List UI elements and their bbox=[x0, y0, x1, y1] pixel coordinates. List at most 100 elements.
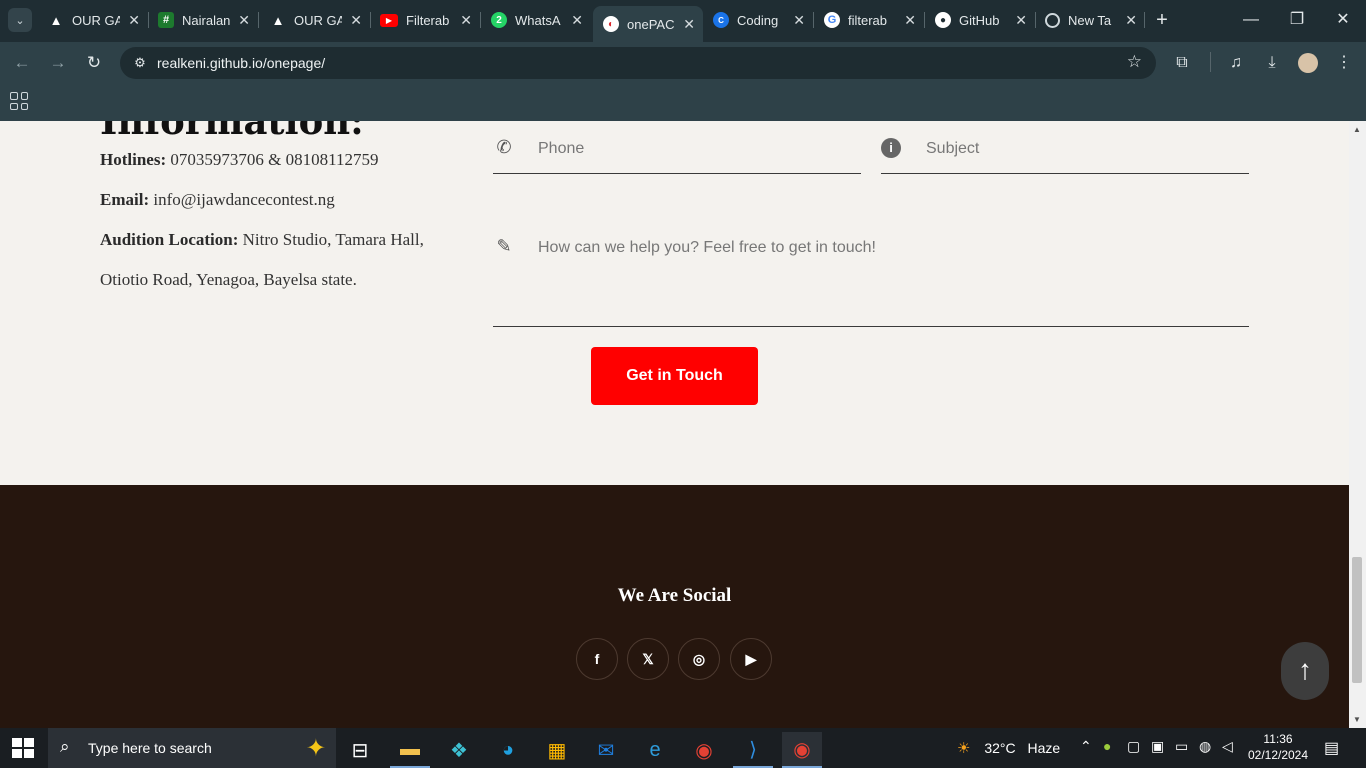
task-view-icon[interactable]: ⊟ bbox=[340, 732, 380, 768]
x-twitter-icon[interactable]: 𝕏 bbox=[627, 638, 669, 680]
tray-monitor-icon[interactable]: ▣ bbox=[1151, 738, 1164, 755]
battery-icon[interactable]: ▭ bbox=[1175, 738, 1188, 755]
google-icon: G bbox=[824, 12, 840, 28]
search-placeholder[interactable]: Type here to search bbox=[88, 740, 212, 756]
triangle-logo-icon: ▲ bbox=[49, 12, 63, 28]
scroll-up-arrow-icon[interactable]: ▲ bbox=[1353, 125, 1361, 134]
audition-label: Audition Location: bbox=[100, 230, 239, 249]
download-icon[interactable]: ⤓ bbox=[1260, 51, 1284, 75]
browser-toolbar: ← → ↻ ⚙ realkeni.github.io/onepage/ ☆ ⧉ … bbox=[0, 42, 1366, 84]
close-icon[interactable]: ✕ bbox=[350, 12, 362, 29]
email-value[interactable]: info@ijawdancecontest.ng bbox=[153, 190, 334, 209]
facebook-icon[interactable]: f bbox=[576, 638, 618, 680]
tab-filterable-google[interactable]: G filterab ✕ bbox=[814, 6, 924, 34]
chevron-up-icon[interactable]: ⌃ bbox=[1080, 738, 1092, 755]
tab-new-tab[interactable]: New Ta ✕ bbox=[1035, 6, 1145, 34]
close-icon[interactable]: ✕ bbox=[793, 12, 805, 29]
copilot-icon[interactable]: ❖ bbox=[439, 732, 479, 768]
tab-title: New Ta bbox=[1068, 12, 1112, 28]
close-icon[interactable]: ✕ bbox=[1125, 12, 1137, 29]
coding-icon: C bbox=[713, 12, 729, 28]
close-icon[interactable]: ✕ bbox=[128, 12, 140, 29]
profile-avatar[interactable] bbox=[1298, 53, 1318, 73]
restore-button[interactable]: ❐ bbox=[1274, 6, 1320, 34]
youtube-icon[interactable]: ▶ bbox=[730, 638, 772, 680]
file-explorer-icon[interactable]: ▬ bbox=[390, 732, 430, 768]
tab-coding[interactable]: C Coding ✕ bbox=[703, 6, 813, 34]
email-label: Email: bbox=[100, 190, 150, 209]
search-icon: ⌕ bbox=[60, 737, 70, 756]
taskbar-search-box[interactable]: ⌕ Type here to search ✦ bbox=[48, 728, 336, 768]
chrome-icon bbox=[1045, 12, 1060, 28]
forward-button[interactable]: → bbox=[46, 51, 70, 75]
address-bar[interactable]: ⚙ realkeni.github.io/onepage/ ☆ bbox=[120, 47, 1156, 79]
tab-title: GitHub bbox=[959, 12, 1000, 28]
back-button[interactable]: ← bbox=[10, 51, 34, 75]
phone-placeholder[interactable]: Phone bbox=[538, 140, 584, 158]
tab-our-games-2[interactable]: ▲ OUR GA ✕ bbox=[260, 6, 370, 34]
contact-info-heading: Information: bbox=[100, 121, 364, 143]
instagram-icon[interactable]: ◎ bbox=[678, 638, 720, 680]
tray-app-icon[interactable]: ● bbox=[1103, 738, 1111, 754]
tab-title: OUR GA bbox=[72, 12, 120, 28]
windows-start-icon[interactable] bbox=[12, 738, 34, 758]
vscode-icon[interactable]: ⟩ bbox=[733, 732, 773, 768]
weather-temp: 32°C bbox=[984, 740, 1016, 756]
weather-widget[interactable]: ☀ 32°C Haze bbox=[957, 739, 1060, 757]
menu-kebab-icon[interactable]: ⋮ bbox=[1332, 51, 1356, 75]
reload-button[interactable]: ↻ bbox=[82, 51, 106, 75]
chrome-taskbar-icon[interactable]: ◉ bbox=[684, 732, 724, 768]
tab-github[interactable]: ● GitHub ✕ bbox=[925, 6, 1035, 34]
onepage-icon: ◐ bbox=[603, 16, 619, 32]
close-icon[interactable]: ✕ bbox=[904, 12, 916, 29]
media-controls-icon[interactable]: ♫ bbox=[1224, 51, 1248, 75]
bookmark-star-icon[interactable]: ☆ bbox=[1127, 52, 1142, 72]
subject-placeholder[interactable]: Subject bbox=[926, 140, 979, 158]
tab-whatsapp[interactable]: 2 WhatsA ✕ bbox=[481, 6, 591, 34]
phone-field[interactable]: ✆ Phone bbox=[493, 121, 861, 174]
tab-filterable-youtube[interactable]: ▶ Filterab ✕ bbox=[370, 6, 480, 34]
page-scrollbar[interactable]: ▲ ▼ bbox=[1349, 121, 1366, 728]
scroll-thumb[interactable] bbox=[1352, 557, 1362, 683]
subject-field[interactable]: i Subject bbox=[881, 121, 1249, 174]
mail-icon[interactable]: ✉ bbox=[586, 732, 626, 768]
tab-title: Coding bbox=[737, 12, 779, 28]
network-globe-icon[interactable]: ◍ bbox=[1199, 738, 1211, 755]
new-tab-button[interactable]: + bbox=[1152, 9, 1172, 31]
edge-icon[interactable]: ◕ bbox=[488, 732, 528, 768]
email-line: Email: info@ijawdancecontest.ng bbox=[100, 190, 335, 210]
close-window-button[interactable]: ✕ bbox=[1320, 6, 1366, 34]
sparkle-icon: ✦ bbox=[305, 735, 326, 762]
site-settings-icon[interactable]: ⚙ bbox=[128, 51, 152, 75]
tab-onepage-active[interactable]: ◐ onePAC ✕ bbox=[593, 6, 703, 42]
close-icon[interactable]: ✕ bbox=[1015, 12, 1027, 29]
close-icon[interactable]: ✕ bbox=[238, 12, 250, 29]
extensions-icon[interactable]: ⧉ bbox=[1170, 51, 1194, 75]
minimize-button[interactable]: — bbox=[1228, 6, 1274, 34]
info-icon: i bbox=[881, 138, 901, 158]
message-field[interactable]: ✎ How can we help you? Feel free to get … bbox=[493, 221, 1249, 327]
chrome-active-icon[interactable]: ◉ bbox=[782, 732, 822, 768]
url-text[interactable]: realkeni.github.io/onepage/ bbox=[157, 55, 325, 71]
tab-title: Filterab bbox=[406, 12, 450, 28]
close-icon[interactable]: ✕ bbox=[571, 12, 583, 29]
message-placeholder[interactable]: How can we help you? Feel free to get in… bbox=[538, 239, 876, 257]
tab-search-button[interactable]: ⌄ bbox=[8, 8, 32, 32]
meet-now-icon[interactable]: ▢ bbox=[1127, 738, 1140, 755]
close-icon[interactable]: ✕ bbox=[683, 16, 695, 33]
back-to-top-button[interactable]: ↑ bbox=[1281, 642, 1329, 700]
toolbar-divider bbox=[1210, 52, 1211, 72]
tab-nairaland[interactable]: # Nairalan ✕ bbox=[148, 6, 258, 34]
notification-center-icon[interactable]: ▤ bbox=[1324, 738, 1339, 758]
close-icon[interactable]: ✕ bbox=[460, 12, 472, 29]
scroll-down-arrow-icon[interactable]: ▼ bbox=[1353, 715, 1361, 724]
apps-grid-icon[interactable] bbox=[10, 92, 28, 110]
tab-title: Nairalan bbox=[182, 12, 230, 28]
tab-our-games-1[interactable]: ▲ OUR GA ✕ bbox=[38, 6, 148, 34]
system-clock[interactable]: 11:36 02/12/2024 bbox=[1244, 731, 1312, 763]
volume-icon[interactable]: ◁ bbox=[1222, 738, 1233, 755]
store-icon[interactable]: ▦ bbox=[537, 732, 577, 768]
page-viewport: Information: Hotlines: 07035973706 & 081… bbox=[0, 121, 1349, 728]
get-in-touch-button[interactable]: Get in Touch bbox=[591, 347, 758, 405]
internet-explorer-icon[interactable]: e bbox=[635, 732, 675, 768]
